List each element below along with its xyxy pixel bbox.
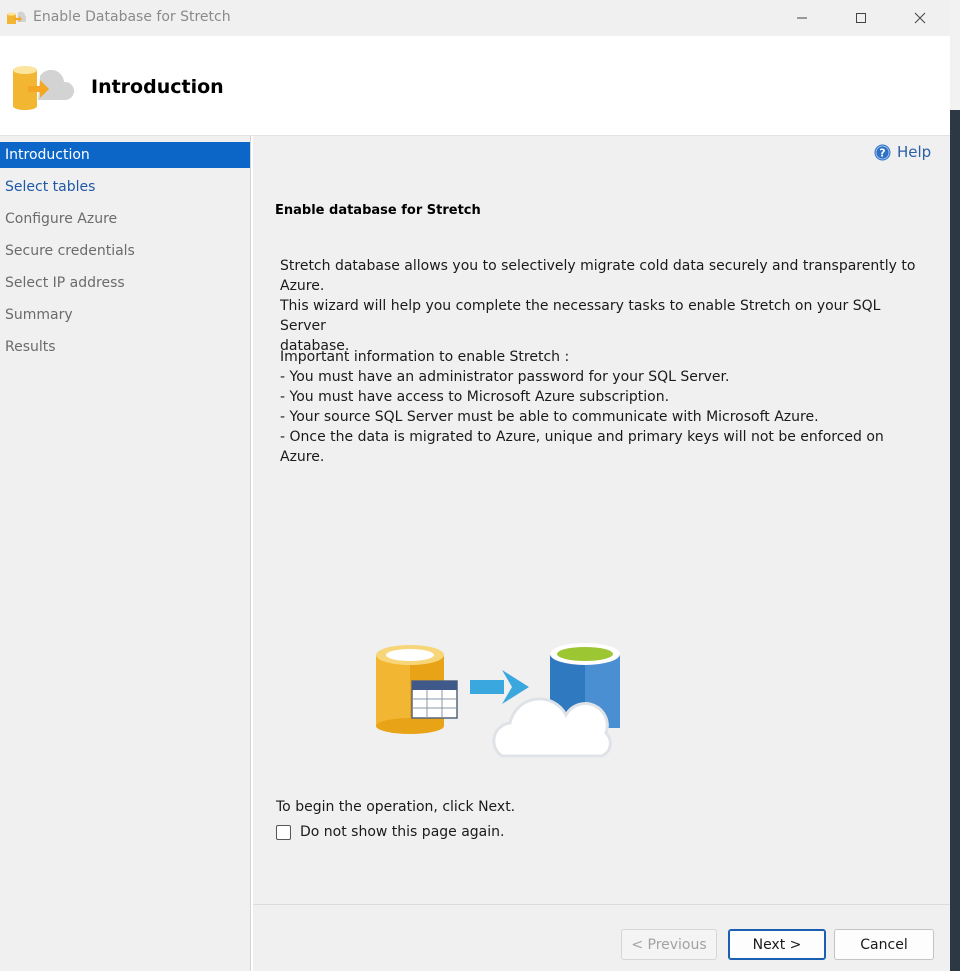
important-heading: Important information to enable Stretch …: [280, 349, 570, 365]
wizard-window: Enable Database for Stretch Introduction…: [0, 0, 950, 971]
important-item: - Your source SQL Server must be able to…: [280, 409, 819, 425]
svg-text:?: ?: [879, 146, 885, 159]
dont-show-label[interactable]: Do not show this page again.: [300, 824, 504, 840]
footer-divider: [253, 904, 950, 905]
help-icon: ?: [874, 144, 891, 160]
section-title: Enable database for Stretch: [275, 203, 481, 218]
dont-show-again[interactable]: Do not show this page again.: [276, 824, 504, 840]
database-stretch-icon: [10, 58, 75, 118]
important-item: - You must have an administrator passwor…: [280, 369, 730, 385]
nav-item-introduction[interactable]: Introduction: [0, 142, 250, 168]
intro-line: This wizard will help you complete the n…: [280, 298, 881, 334]
nav-item-results: Results: [5, 339, 56, 355]
wizard-header: Introduction: [0, 36, 950, 135]
wizard-nav: Introduction Select tables Configure Azu…: [0, 136, 250, 971]
nav-item-select-ip-address: Select IP address: [5, 275, 125, 291]
nav-item-select-tables[interactable]: Select tables: [0, 174, 250, 200]
minimize-button[interactable]: [779, 0, 825, 36]
nav-item-configure-azure: Configure Azure: [5, 211, 118, 227]
previous-button[interactable]: < Previous: [621, 929, 717, 960]
intro-paragraph: Stretch database allows you to selective…: [280, 256, 930, 356]
important-item: - You must have access to Microsoft Azur…: [280, 389, 670, 405]
page-title: Introduction: [91, 76, 224, 98]
desktop-background: [950, 0, 960, 971]
window-title: Enable Database for Stretch: [33, 9, 231, 25]
help-link[interactable]: ? Help: [874, 143, 931, 161]
title-bar: Enable Database for Stretch: [0, 0, 950, 36]
cancel-button[interactable]: Cancel: [834, 929, 934, 960]
maximize-icon: [856, 13, 866, 23]
nav-item-summary: Summary: [5, 307, 73, 323]
database-to-cloud-illustration: [372, 640, 642, 769]
close-button[interactable]: [897, 0, 943, 36]
nav-divider: [250, 136, 253, 971]
important-item: - Once the data is migrated to Azure, un…: [280, 429, 884, 465]
nav-item-secure-credentials: Secure credentials: [5, 243, 135, 259]
minimize-icon: [797, 17, 807, 19]
begin-instruction: To begin the operation, click Next.: [276, 799, 516, 815]
dont-show-checkbox[interactable]: [276, 824, 291, 840]
intro-line: Stretch database allows you to selective…: [280, 258, 916, 294]
next-button[interactable]: Next >: [728, 929, 826, 960]
important-info: Important information to enable Stretch …: [280, 347, 930, 467]
database-stretch-icon: [6, 10, 28, 30]
close-icon: [914, 12, 926, 24]
maximize-button[interactable]: [838, 0, 884, 36]
background-window-edge: [950, 0, 960, 110]
help-label[interactable]: Help: [897, 143, 931, 161]
